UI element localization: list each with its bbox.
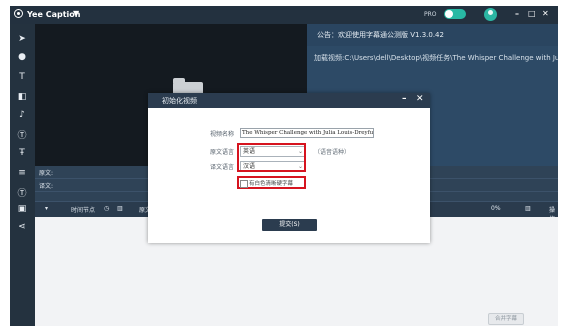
minimize-button[interactable]: – [515,9,519,18]
dialog-title-bar: 初始化视频 – ✕ [148,93,430,108]
delete-icon[interactable]: ▥ [525,205,531,212]
subtitle-icon[interactable]: Ⓣ [14,186,30,200]
share-icon[interactable]: ⋖ [14,222,30,236]
text-format-icon[interactable]: Ŧ [14,148,30,162]
pro-toggle[interactable] [444,9,466,19]
translate-icon[interactable]: ≡ [14,168,30,182]
pro-label: PRO [424,11,437,18]
mic-icon[interactable]: ● [14,52,30,66]
avatar[interactable] [484,8,497,21]
clock-icon[interactable]: ◷ [104,205,109,212]
logo-icon [14,9,23,18]
cursor-icon[interactable]: ➤ [14,34,30,48]
target-language-label: 译文语言 [210,164,235,171]
load-path-text: 加载视频:C:\Users\dell\Desktop\视频任务\The Whis… [314,54,558,62]
source-label: 原文: [39,170,54,177]
close-button[interactable]: ✕ [542,9,549,18]
dialog-title: 初始化视频 [162,97,197,105]
notice-bar: 公告：欢迎使用字幕通公测版 V1.3.0.42 [307,24,558,46]
init-video-dialog: 初始化视频 – ✕ 视频名称 The Whisper Challenge wit… [148,93,430,243]
progress-text: 0% [491,205,501,212]
checkbox-icon[interactable]: ▾ [45,205,48,212]
language-highlight-box [237,143,306,172]
crop-icon[interactable]: ◧ [14,92,30,106]
video-name-label: 视频名称 [210,131,235,138]
voice-icon[interactable]: ♪ [14,110,30,124]
caption-icon[interactable]: Ⓣ [14,128,30,142]
notice-text: 公告：欢迎使用字幕通公测版 V1.3.0.42 [317,31,444,39]
dialog-minimize-button[interactable]: – [402,94,407,104]
trash-icon[interactable]: ▥ [117,205,123,212]
translation-label: 译文: [39,183,54,190]
maximize-button[interactable]: □ [528,9,536,18]
source-language-label: 原文语言 [210,149,235,156]
video-name-input[interactable]: The Whisper Challenge with Julia Louis-D… [240,128,374,138]
title-bar: Yee Caption ▼ PRO – □ ✕ [10,6,558,24]
text-icon[interactable]: T [14,72,30,86]
left-toolbar: ➤ ● T ◧ ♪ Ⓣ Ŧ ≡ Ⓣ ▣ ⋖ [10,24,35,326]
submit-button[interactable]: 提交(S) [262,219,317,231]
source-language-hint: （语音语种） [314,149,351,156]
time-node-header: 时间节点 [71,207,96,214]
dialog-close-button[interactable]: ✕ [416,94,424,104]
app-menu-dropdown-icon[interactable]: ▼ [73,9,79,18]
hard-subtitle-label: 有白色清晰硬字幕 [249,181,294,187]
save-icon[interactable]: ▣ [14,204,30,218]
hard-subtitle-checkbox[interactable] [240,180,248,188]
merge-subtitles-button[interactable]: 合并字幕 [488,313,524,325]
